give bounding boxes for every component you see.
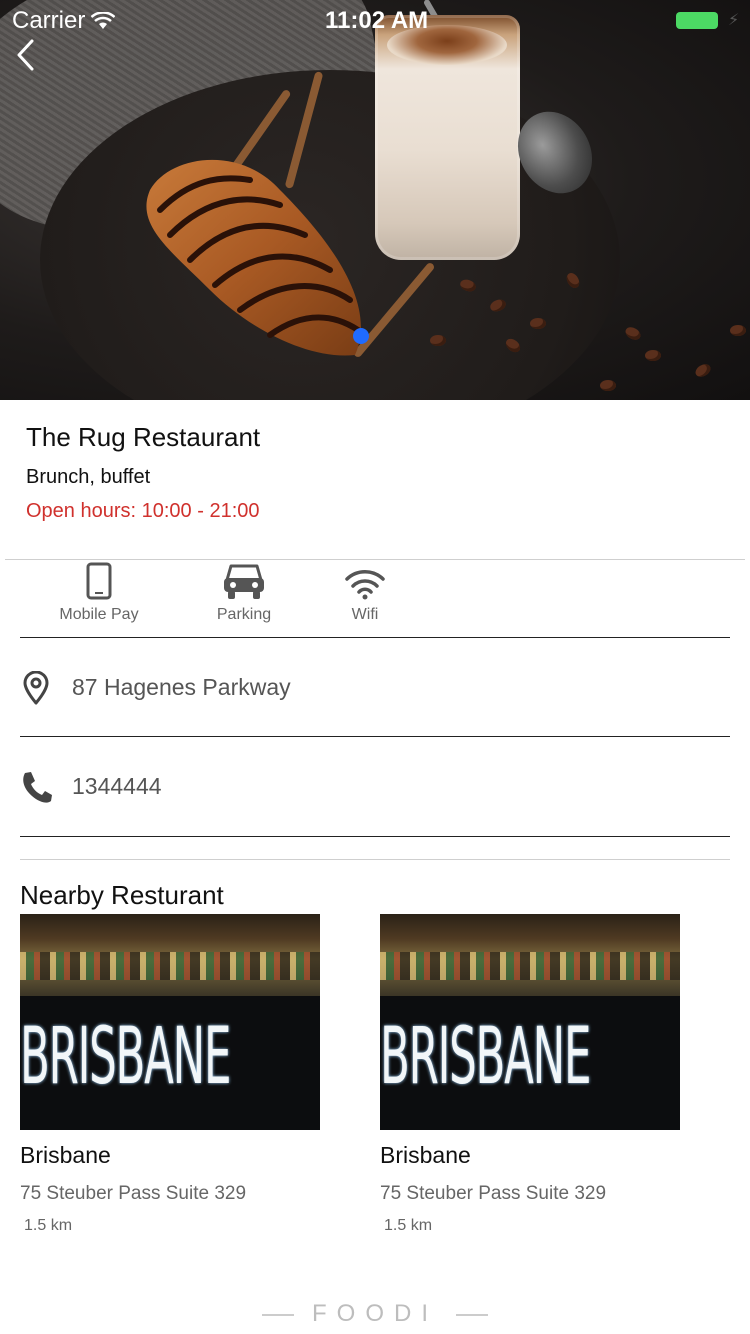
nearby-section-title: Nearby Resturant: [20, 880, 224, 910]
croissant-graphic: [146, 159, 361, 356]
address-text[interactable]: 87 Hagenes Parkway: [72, 674, 291, 701]
coffee-bean-graphic: [730, 325, 746, 336]
footer-brand: FOODI: [0, 1300, 750, 1328]
carousel-page-indicator[interactable]: [353, 328, 369, 344]
back-chevron-icon[interactable]: [12, 38, 46, 72]
amenity-mobile-pay: Mobile Pay: [44, 560, 154, 624]
map-pin-icon: [23, 671, 49, 705]
battery-icon: [676, 12, 718, 29]
divider: [20, 836, 730, 837]
amenity-label: Wifi: [351, 606, 379, 623]
nearby-card[interactable]: BRISBANE Brisbane 75 Steuber Pass Suite …: [380, 914, 680, 1235]
car-icon: [224, 564, 264, 599]
nearby-card-name: Brisbane: [20, 1142, 111, 1168]
coffee-bean-graphic: [430, 335, 446, 346]
signal-wifi-icon: [91, 12, 116, 29]
carrier-label: Carrier: [12, 7, 86, 34]
coffee-bean-graphic: [693, 361, 713, 380]
coffee-bean-graphic: [645, 350, 661, 361]
charging-icon: ⚡: [728, 12, 740, 29]
phone-text[interactable]: 1344444: [72, 773, 162, 800]
coffee-bean-graphic: [623, 324, 643, 343]
amenity-parking: Parking: [189, 560, 299, 624]
brand-wordmark: FOODI: [312, 1300, 438, 1327]
coffee-bean-graphic: [600, 380, 616, 391]
status-time: 11:02 AM: [325, 7, 429, 34]
nearby-card[interactable]: BRISBANE Brisbane 75 Steuber Pass Suite …: [20, 914, 320, 1235]
coffee-bean-graphic: [530, 318, 546, 329]
wifi-icon: [345, 570, 385, 600]
carrier: Carrier: [12, 7, 116, 35]
nearby-card-address: 75 Steuber Pass Suite 329: [380, 1183, 607, 1204]
status-bar: Carrier 11:02 AM ⚡: [0, 0, 750, 40]
latte-glass-graphic: [375, 15, 520, 260]
restaurant-category: Brunch, buffet: [26, 466, 151, 488]
open-hours: Open hours: 10:00 - 21:00: [26, 500, 260, 522]
image-sign-text: BRISBANE: [20, 1012, 231, 1102]
image-sign-text: BRISBANE: [380, 1012, 591, 1102]
divider: [20, 637, 730, 638]
mobile-phone-icon: [86, 562, 112, 600]
amenity-label: Mobile Pay: [59, 606, 139, 623]
divider: [20, 736, 730, 737]
nearby-card-image: BRISBANE: [380, 914, 680, 1130]
nearby-card-address: 75 Steuber Pass Suite 329: [20, 1183, 247, 1204]
footer-line: [456, 1313, 488, 1316]
hero-image: Carrier 11:02 AM ⚡: [0, 0, 750, 400]
amenity-wifi: Wifi: [310, 560, 420, 624]
nearby-card-image: BRISBANE: [20, 914, 320, 1130]
nearby-card-distance: 1.5 km: [384, 1217, 433, 1234]
amenity-label: Parking: [216, 606, 272, 623]
phone-icon: [23, 772, 52, 803]
restaurant-name: The Rug Restaurant: [26, 422, 261, 452]
nearby-card-distance: 1.5 km: [24, 1217, 73, 1234]
nearby-card-name: Brisbane: [380, 1142, 471, 1168]
divider: [20, 859, 730, 860]
footer-line: [262, 1313, 294, 1316]
